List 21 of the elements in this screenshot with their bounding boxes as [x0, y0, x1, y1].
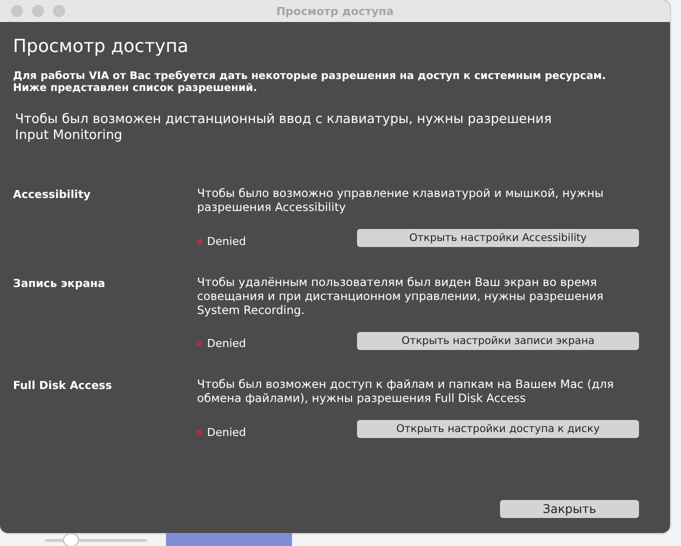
permission-description: Чтобы было возможно управление клавиатурой и мышкой, нужны разрешения Accessibility: [197, 187, 605, 215]
permission-name: Full Disk Access: [13, 378, 113, 394]
dialog-heading: Просмотр доступа: [13, 36, 190, 57]
open-settings-button[interactable]: Открыть настройки записи экрана: [357, 332, 639, 350]
window-control-icon[interactable]: [11, 5, 23, 17]
window-control-icon[interactable]: [53, 5, 65, 17]
open-settings-button[interactable]: Открыть настройки Accessibility: [357, 229, 639, 248]
input-monitoring-note: Чтобы был возможен дистанционный ввод с клавиатуры, нужны разрешения Input Monitoring: [14, 112, 553, 144]
permission-name: Accessibility: [13, 187, 92, 204]
permission-name: Запись экрана: [13, 276, 106, 292]
slider-thumb[interactable]: [62, 533, 78, 546]
status-text: Denied: [207, 426, 246, 439]
window-control-icon[interactable]: [32, 5, 44, 17]
open-settings-button[interactable]: Открыть настройки доступа к диску: [357, 420, 639, 438]
window-title: Просмотр доступа: [276, 4, 394, 18]
close-button[interactable]: Закрыть: [500, 500, 639, 518]
intro-text: Для работы VIA от Вас требуется дать некоторые разрешения на доступ к системным ресурсам. Ниже представлен список разрешений.: [13, 70, 607, 94]
permission-description: Чтобы был возможен доступ к файлам и папкам на Вашем Mac (для обмена файлами), нужны разрешения Full Disk Access: [197, 378, 615, 406]
permission-description: Чтобы удалённым пользователям был виден Ваш экран во время совещания и при дистанционном управлении, нужны разрешения System Recording.: [197, 276, 604, 318]
status-text: Denied: [207, 337, 246, 350]
status-text: Denied: [207, 234, 246, 248]
